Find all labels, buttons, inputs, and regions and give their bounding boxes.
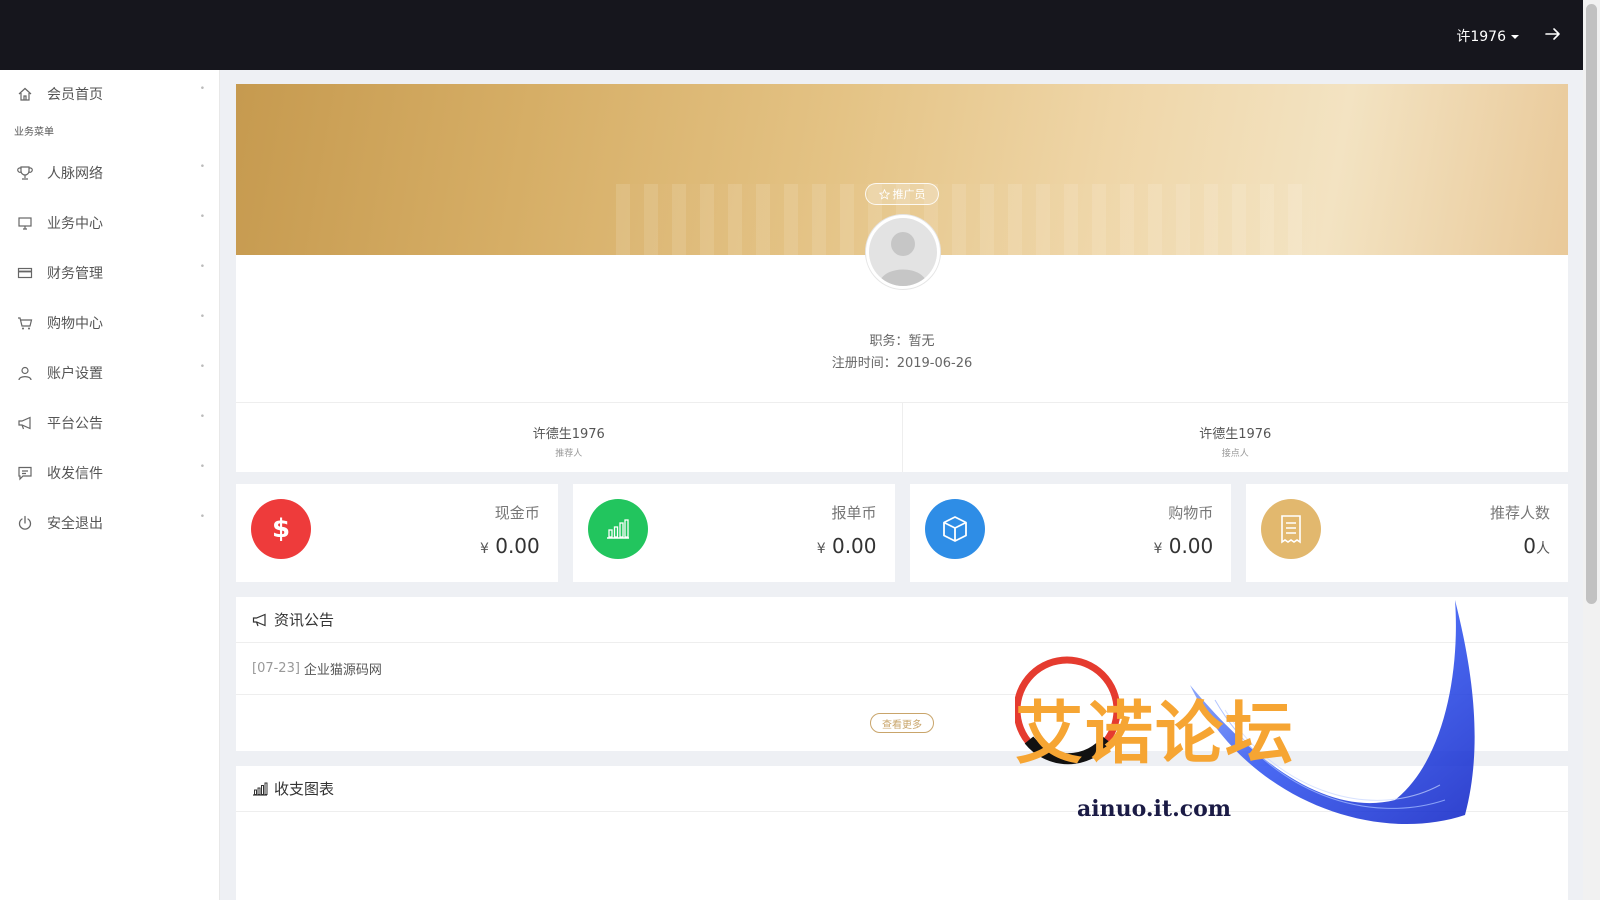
position-value: 暂无 [908, 334, 935, 349]
sidebar-item-label: 购物中心 [47, 316, 103, 332]
sidebar-item-messages[interactable]: 收发信件 • [0, 448, 219, 498]
stat-label: 推荐人数 [1489, 504, 1550, 522]
sidebar-item-label: 会员首页 [47, 87, 103, 103]
sidebar: 会员首页 • 业务菜单 人脉网络 • 业务中心 • 财务管理 • 购物中心 • [0, 70, 220, 900]
stat-label: 现金币 [494, 504, 540, 522]
sidebar-item-finance[interactable]: 财务管理 • [0, 248, 219, 298]
stat-card-referrals: 推荐人数 0人 [1246, 484, 1568, 582]
user-menu[interactable]: 许1976 [1456, 26, 1519, 46]
home-icon [18, 87, 32, 101]
monitor-icon [18, 217, 32, 230]
top-bar: 许1976 [0, 0, 1583, 70]
megaphone-icon [18, 416, 31, 430]
expand-dot-icon: • [199, 84, 205, 94]
view-more-button[interactable]: 查看更多 [870, 713, 934, 733]
trophy-icon [17, 166, 33, 180]
expand-dot-icon: • [199, 462, 205, 472]
default-avatar-icon [869, 218, 937, 286]
megaphone-icon [252, 613, 266, 626]
main-content: 推广员 职务：暂无 注册时间：2019-06-26 许德生1976 推荐人 许德… [236, 84, 1568, 900]
referral-row: 许德生1976 推荐人 许德生1976 接点人 [236, 402, 1568, 472]
stat-value: ¥ 0.00 [479, 534, 540, 558]
sidebar-section-label: 业务菜单 [14, 127, 54, 138]
sidebar-item-business[interactable]: 业务中心 • [0, 198, 219, 248]
role-badge: 推广员 [865, 183, 939, 205]
expand-dot-icon: • [199, 312, 205, 322]
profile-card: 推广员 职务：暂无 注册时间：2019-06-26 [236, 84, 1568, 402]
chart-panel-title: 收支图表 [274, 780, 335, 798]
position-label: 职务： [869, 334, 909, 349]
star-icon [878, 188, 890, 200]
stat-label: 购物币 [1168, 504, 1214, 522]
referrer-name: 许德生1976 [532, 427, 605, 442]
stats-row: $ 现金币 ¥ 0.00 报单币 ¥ 0.00 购物币 ¥ 0.00 推荐人数 … [236, 484, 1568, 582]
contact-name: 许德生1976 [1199, 427, 1272, 442]
power-icon [18, 515, 32, 530]
scrollbar-thumb[interactable] [1586, 4, 1597, 604]
position-line: 职务：暂无 [236, 330, 1568, 349]
avatar[interactable] [866, 215, 940, 289]
news-item[interactable]: [07-23] 企业猫源码网 [236, 643, 1568, 695]
stat-value: ¥ 0.00 [816, 534, 877, 558]
stat-label: 报单币 [831, 504, 877, 522]
sidebar-item-label: 收发信件 [47, 466, 103, 482]
sidebar-item-account[interactable]: 账户设置 • [0, 348, 219, 398]
card-icon [17, 267, 33, 279]
bar-chart-icon [587, 499, 648, 559]
page-scrollbar[interactable] [1583, 0, 1600, 900]
sidebar-item-label: 平台公告 [47, 416, 103, 432]
expand-dot-icon: • [199, 362, 205, 372]
sidebar-item-label: 账户设置 [47, 366, 103, 382]
expand-dot-icon: • [199, 162, 205, 172]
sidebar-item-label: 财务管理 [47, 266, 103, 282]
referrer-block: 许德生1976 推荐人 [236, 403, 902, 472]
stat-card-order: 报单币 ¥ 0.00 [572, 484, 895, 582]
stat-card-shopping: 购物币 ¥ 0.00 [909, 484, 1232, 582]
stat-card-cash: $ 现金币 ¥ 0.00 [236, 484, 558, 582]
register-label: 注册时间： [831, 356, 897, 371]
sidebar-item-label: 人脉网络 [47, 166, 103, 182]
expand-dot-icon: • [199, 412, 205, 422]
caret-down-icon [1511, 35, 1519, 39]
stat-value: ¥ 0.00 [1153, 534, 1214, 558]
register-line: 注册时间：2019-06-26 [236, 352, 1568, 371]
news-panel-header: 资讯公告 [236, 597, 1568, 643]
referrer-label: 推荐人 [555, 449, 583, 459]
news-panel-title: 资讯公告 [274, 611, 335, 629]
sidebar-item-logout[interactable]: 安全退出 • [0, 498, 219, 548]
expand-dot-icon: • [199, 262, 205, 272]
expand-dot-icon: • [199, 212, 205, 222]
sidebar-item-network[interactable]: 人脉网络 • [0, 148, 219, 198]
stat-value: 0人 [1523, 534, 1550, 558]
message-icon [18, 466, 32, 481]
cart-icon [18, 317, 33, 330]
news-panel: 资讯公告 [07-23] 企业猫源码网 查看更多 [236, 597, 1568, 751]
expand-dot-icon: • [199, 512, 205, 522]
sidebar-item-label: 安全退出 [47, 516, 103, 532]
sidebar-item-label: 业务中心 [47, 216, 103, 232]
income-chart-panel: 收支图表 [236, 766, 1568, 900]
bar-chart-icon [253, 782, 268, 796]
news-title[interactable]: 企业猫源码网 [304, 659, 382, 678]
contact-block: 许德生1976 接点人 [901, 403, 1569, 472]
receipt-icon [1261, 499, 1322, 559]
register-value: 2019-06-26 [896, 356, 973, 371]
arrow-right-icon[interactable] [1543, 24, 1563, 44]
news-date: [07-23] [252, 661, 300, 676]
user-icon [18, 366, 32, 381]
username: 许1976 [1456, 29, 1506, 45]
chart-panel-header: 收支图表 [236, 766, 1568, 812]
more-row: 查看更多 [236, 695, 1568, 751]
sidebar-item-home[interactable]: 会员首页 • [0, 70, 219, 118]
contact-label: 接点人 [1221, 449, 1249, 459]
sidebar-item-announcement[interactable]: 平台公告 • [0, 398, 219, 448]
box-icon [924, 499, 985, 559]
dollar-icon: $ [251, 499, 311, 559]
sidebar-item-shopping[interactable]: 购物中心 • [0, 298, 219, 348]
